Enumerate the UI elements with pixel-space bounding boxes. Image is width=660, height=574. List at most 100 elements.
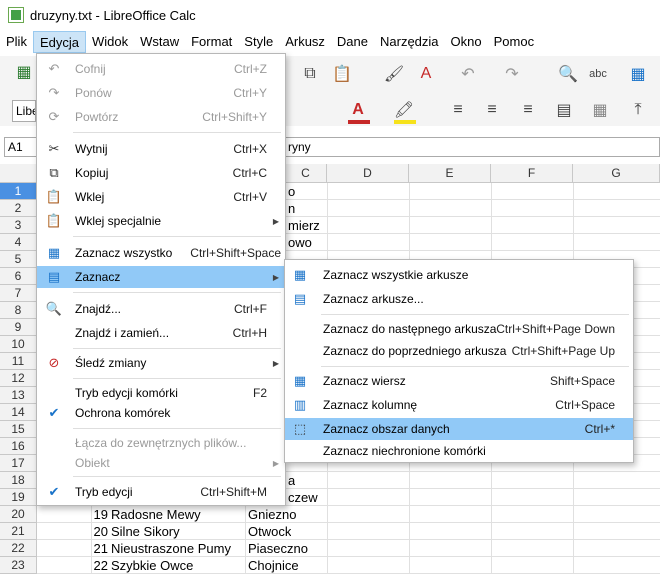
menu-plik[interactable]: Plik xyxy=(0,31,33,53)
cell-a22[interactable]: 21 xyxy=(91,540,108,557)
menu-item-track-changes[interactable]: ⊘ Śledź zmiany ▶ xyxy=(37,352,285,374)
new-icon[interactable]: ▦ xyxy=(12,60,36,84)
row-header-19[interactable]: 19 xyxy=(0,489,37,506)
menu-item-find[interactable]: 🔍 Znajdź... Ctrl+F xyxy=(37,298,285,320)
menu-item-object[interactable]: Obiekt ▶ xyxy=(37,452,285,474)
menu-item-find-replace[interactable]: Znajdź i zamień... Ctrl+H xyxy=(37,322,285,344)
copy-toolbar-icon[interactable]: ⧉ xyxy=(298,62,322,86)
menu-narzedzia[interactable]: Narzędzia xyxy=(374,31,445,53)
align-left-icon[interactable]: ≡ xyxy=(446,98,470,122)
cell-c22[interactable]: Piaseczno xyxy=(248,540,308,557)
row-header-12[interactable]: 12 xyxy=(0,370,37,387)
cell-b20[interactable]: Radosne Mewy xyxy=(111,506,201,523)
submenu-item-select-to-next-sheet[interactable]: Zaznacz do następnego arkusza Ctrl+Shift… xyxy=(285,318,633,340)
menu-pomoc[interactable]: Pomoc xyxy=(488,31,540,53)
menu-item-repeat[interactable]: ⟳ Powtórz Ctrl+Shift+Y xyxy=(37,106,285,128)
highlight-icon[interactable]: 🖍 xyxy=(392,98,416,122)
menu-widok[interactable]: Widok xyxy=(86,31,134,53)
row-header-23[interactable]: 23 xyxy=(0,557,37,574)
submenu-item-select-sheets[interactable]: ▤ Zaznacz arkusze... xyxy=(285,288,633,310)
row-header-1[interactable]: 1 xyxy=(0,183,37,200)
row-header-7[interactable]: 7 xyxy=(0,285,37,302)
wrap-text-icon[interactable]: ▤ xyxy=(552,98,576,122)
menu-item-cell-edit-mode[interactable]: Tryb edycji komórki F2 xyxy=(37,382,285,404)
menu-wstaw[interactable]: Wstaw xyxy=(134,31,185,53)
paste-toolbar-icon[interactable]: 📋 xyxy=(330,62,354,86)
cell-c21[interactable]: Otwock xyxy=(248,523,291,540)
menu-item-paste[interactable]: 📋 Wklej Ctrl+V xyxy=(37,186,285,208)
row-header-9[interactable]: 9 xyxy=(0,319,37,336)
row-header-11[interactable]: 11 xyxy=(0,353,37,370)
row-header-16[interactable]: 16 xyxy=(0,438,37,455)
row-header-15[interactable]: 15 xyxy=(0,421,37,438)
cell-c19[interactable]: czew xyxy=(288,489,318,506)
menu-item-cut[interactable]: ✂ Wytnij Ctrl+X xyxy=(37,138,285,160)
menu-item-copy[interactable]: ⧉ Kopiuj Ctrl+C xyxy=(37,162,285,184)
submenu-item-select-data-area[interactable]: ⬚ Zaznacz obszar danych Ctrl+* xyxy=(285,418,633,440)
row-header-3[interactable]: 3 xyxy=(0,217,37,234)
menu-okno[interactable]: Okno xyxy=(445,31,488,53)
row-toolbar-icon[interactable]: ▦ xyxy=(626,62,650,86)
row-header-8[interactable]: 8 xyxy=(0,302,37,319)
menu-item-paste-special[interactable]: 📋 Wklej specjalnie ▶ xyxy=(37,210,285,232)
menu-item-select-all[interactable]: ▦ Zaznacz wszystko Ctrl+Shift+Space xyxy=(37,242,285,264)
column-header-e[interactable]: E xyxy=(409,164,491,183)
menu-item-undo[interactable]: ↶ Cofnij Ctrl+Z xyxy=(37,58,285,80)
column-header-d[interactable]: D xyxy=(327,164,409,183)
menu-item-redo[interactable]: ↷ Ponów Ctrl+Y xyxy=(37,82,285,104)
cell-c2[interactable]: n xyxy=(288,200,295,217)
font-name-field[interactable]: Libe xyxy=(12,100,36,122)
menu-edycja[interactable]: Edycja xyxy=(32,31,86,53)
cell-c23[interactable]: Chojnice xyxy=(248,557,299,574)
submenu-item-select-all-sheets[interactable]: ▦ Zaznacz wszystkie arkusze xyxy=(285,264,633,286)
row-header-20[interactable]: 20 xyxy=(0,506,37,523)
cell-a21[interactable]: 20 xyxy=(91,523,108,540)
undo-toolbar-icon[interactable]: ↶ xyxy=(456,62,480,86)
find-replace-toolbar-icon[interactable]: 🔍 xyxy=(556,62,580,86)
cell-c1[interactable]: o xyxy=(288,183,295,200)
column-header-g[interactable]: G xyxy=(573,164,660,183)
row-header-5[interactable]: 5 xyxy=(0,251,37,268)
clone-formatting-icon[interactable]: 🖌 xyxy=(382,62,406,86)
clear-formatting-icon[interactable]: A xyxy=(414,62,438,86)
submenu-item-select-row[interactable]: ▦ Zaznacz wiersz Shift+Space xyxy=(285,370,633,392)
row-header-10[interactable]: 10 xyxy=(0,336,37,353)
menu-item-cell-protection[interactable]: ✔ Ochrona komórek xyxy=(37,402,285,424)
submenu-item-select-column[interactable]: ▥ Zaznacz kolumnę Ctrl+Space xyxy=(285,394,633,416)
align-top-icon[interactable]: ⤒ xyxy=(626,98,650,122)
menu-format[interactable]: Format xyxy=(185,31,238,53)
menu-item-edit-mode[interactable]: ✔ Tryb edycji Ctrl+Shift+M xyxy=(37,481,285,503)
row-header-18[interactable]: 18 xyxy=(0,472,37,489)
row-header-21[interactable]: 21 xyxy=(0,523,37,540)
row-header-22[interactable]: 22 xyxy=(0,540,37,557)
submenu-item-select-unprotected-cells[interactable]: Zaznacz niechronione komórki xyxy=(285,440,633,462)
row-header-4[interactable]: 4 xyxy=(0,234,37,251)
spelling-icon[interactable]: abc xyxy=(586,62,610,86)
name-box[interactable]: A1 xyxy=(4,137,40,157)
font-color-icon[interactable]: A xyxy=(346,98,370,122)
column-header-f[interactable]: F xyxy=(491,164,573,183)
cell-b23[interactable]: Szybkie Owce xyxy=(111,557,193,574)
redo-toolbar-icon[interactable]: ↷ xyxy=(500,62,524,86)
menu-item-external-links[interactable]: Łącza do zewnętrznych plików... xyxy=(37,432,285,454)
align-right-icon[interactable]: ≡ xyxy=(516,98,540,122)
row-header-17[interactable]: 17 xyxy=(0,455,37,472)
cell-c18[interactable]: a xyxy=(288,472,295,489)
cell-c4[interactable]: owo xyxy=(288,234,312,251)
row-header-14[interactable]: 14 xyxy=(0,404,37,421)
merge-cells-icon[interactable]: ▦ xyxy=(588,98,612,122)
column-header-c[interactable]: C xyxy=(285,164,327,183)
corner-select-all[interactable] xyxy=(0,164,37,183)
cell-a20[interactable]: 19 xyxy=(91,506,108,523)
cell-c20[interactable]: Gniezno xyxy=(248,506,296,523)
cell-b21[interactable]: Silne Sikory xyxy=(111,523,180,540)
cell-c3[interactable]: mierz xyxy=(288,217,320,234)
cell-a23[interactable]: 22 xyxy=(91,557,108,574)
menu-arkusz[interactable]: Arkusz xyxy=(279,31,331,53)
menu-item-select[interactable]: ▤ Zaznacz ▶ xyxy=(37,266,285,288)
row-header-6[interactable]: 6 xyxy=(0,268,37,285)
formula-input[interactable]: ryny xyxy=(284,137,660,157)
align-center-icon[interactable]: ≡ xyxy=(480,98,504,122)
menu-dane[interactable]: Dane xyxy=(331,31,374,53)
row-header-2[interactable]: 2 xyxy=(0,200,37,217)
